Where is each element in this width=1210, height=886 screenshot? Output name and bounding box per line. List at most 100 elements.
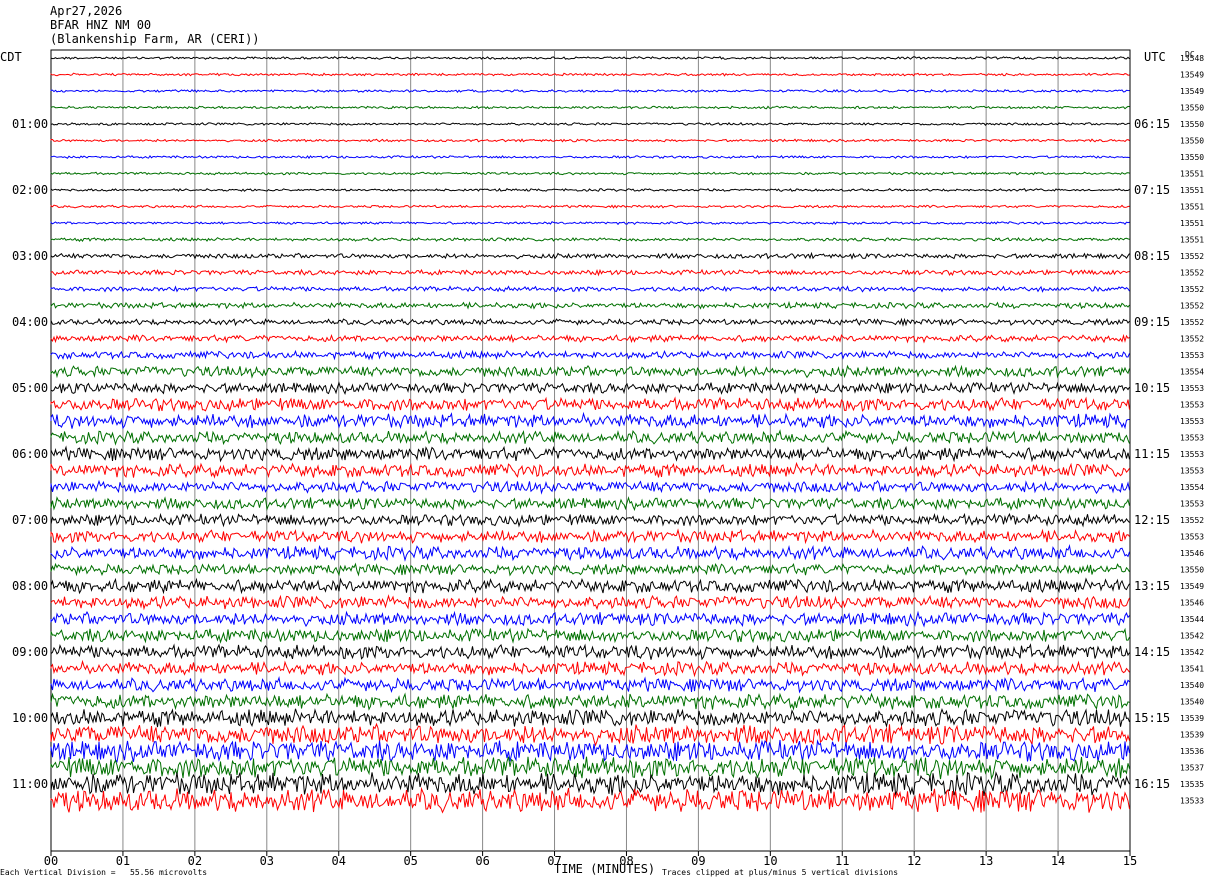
cdt-hour-label: 07:00 <box>12 513 48 527</box>
dc-offset-label: 13536 <box>1180 747 1204 756</box>
x-tick-label: 11 <box>835 854 849 868</box>
trace-line <box>50 122 1130 126</box>
trace-line <box>50 221 1130 226</box>
dc-offset-label: 13548 <box>1180 54 1204 63</box>
utc-hour-label: 07:15 <box>1134 183 1170 197</box>
cdt-hour-label: 08:00 <box>12 579 48 593</box>
dc-offset-label: 13553 <box>1180 500 1204 509</box>
trace-line <box>50 786 1130 814</box>
trace-line <box>50 154 1130 160</box>
trace-line <box>50 479 1130 495</box>
utc-hour-label: 15:15 <box>1134 711 1170 725</box>
dc-offset-label: 13541 <box>1180 665 1204 674</box>
scale-note: Each Vertical Division = 55.56 microvolt… <box>0 868 208 877</box>
trace-line <box>50 429 1130 446</box>
x-tick-label: 03 <box>260 854 274 868</box>
trace-line <box>50 105 1130 110</box>
dc-offset-label: 13535 <box>1180 780 1204 789</box>
trace-line <box>50 692 1130 711</box>
trace-line <box>50 333 1130 344</box>
utc-hour-label: 13:15 <box>1134 579 1170 593</box>
trace-line <box>50 411 1130 430</box>
dc-offset-label: 13551 <box>1180 219 1204 228</box>
trace-line <box>50 722 1130 747</box>
x-tick-label: 00 <box>44 854 58 868</box>
trace-line <box>50 317 1130 327</box>
trace-line <box>50 251 1130 260</box>
dc-offset-label: 13546 <box>1180 599 1204 608</box>
trace-line <box>50 708 1130 728</box>
dc-offset-label: 13552 <box>1180 252 1204 261</box>
trace-line <box>50 204 1130 209</box>
dc-offset-label: 13551 <box>1180 170 1204 179</box>
trace-line <box>50 739 1130 763</box>
dc-offset-label: 13553 <box>1180 533 1204 542</box>
cdt-hour-label: 10:00 <box>12 711 48 725</box>
dc-offset-label: 13544 <box>1180 615 1204 624</box>
dc-offset-label: 13533 <box>1180 797 1204 806</box>
dc-offset-label: 13553 <box>1180 384 1204 393</box>
trace-line <box>50 285 1130 293</box>
trace-line <box>50 610 1130 628</box>
cdt-hour-label: 09:00 <box>12 645 48 659</box>
utc-hour-label: 08:15 <box>1134 249 1170 263</box>
x-tick-label: 10 <box>763 854 777 868</box>
dc-offset-label: 13549 <box>1180 71 1204 80</box>
trace-line <box>50 676 1130 694</box>
dc-offset-label: 13550 <box>1180 120 1204 129</box>
dc-offset-label: 13542 <box>1180 632 1204 641</box>
dc-offset-label: 13552 <box>1180 269 1204 278</box>
dc-offset-label: 13549 <box>1180 87 1204 96</box>
dc-offset-label: 13553 <box>1180 417 1204 426</box>
utc-hour-label: 14:15 <box>1134 645 1170 659</box>
x-tick-label: 14 <box>1051 854 1065 868</box>
dc-offset-label: 13554 <box>1180 483 1204 492</box>
utc-hour-label: 11:15 <box>1134 447 1170 461</box>
x-tick-label: 09 <box>691 854 705 868</box>
trace-line <box>50 171 1130 176</box>
x-tick-label: 05 <box>403 854 417 868</box>
trace-line <box>50 56 1130 60</box>
dc-offset-label: 13553 <box>1180 467 1204 476</box>
utc-hour-label: 10:15 <box>1134 381 1170 395</box>
trace-line <box>50 528 1130 545</box>
x-tick-label: 02 <box>188 854 202 868</box>
dc-offset-label: 13553 <box>1180 351 1204 360</box>
utc-hour-label: 12:15 <box>1134 513 1170 527</box>
helicorder-chart: 00 01 02 03 04 05 06 07 08 09 10 11 12 13 14 1513548135… <box>12 49 1204 868</box>
cdt-hour-label: 11:00 <box>12 777 48 791</box>
dc-offset-label: 13552 <box>1180 335 1204 344</box>
trace-line <box>50 396 1130 413</box>
dc-offset-label: 13549 <box>1180 582 1204 591</box>
dc-offset-label: 13537 <box>1180 764 1204 773</box>
dc-offset-label: 13539 <box>1180 714 1204 723</box>
dc-offset-label: 13554 <box>1180 368 1204 377</box>
trace-line <box>50 771 1130 796</box>
trace-line <box>50 381 1130 395</box>
trace-line <box>50 544 1130 562</box>
dc-offset-label: 13539 <box>1180 731 1204 740</box>
x-tick-label: 06 <box>475 854 489 868</box>
trace-line <box>50 300 1130 310</box>
utc-hour-label: 06:15 <box>1134 117 1170 131</box>
trace-line <box>50 577 1130 595</box>
trace-line <box>50 445 1130 463</box>
dc-offset-label: 13553 <box>1180 450 1204 459</box>
x-tick-label: 12 <box>907 854 921 868</box>
dc-offset-label: 13553 <box>1180 401 1204 410</box>
dc-offset-label: 13550 <box>1180 104 1204 113</box>
dc-offset-label: 13546 <box>1180 549 1204 558</box>
trace-line <box>50 138 1130 143</box>
trace-line <box>50 594 1130 611</box>
trace-line <box>50 461 1130 479</box>
dc-offset-label: 13540 <box>1180 681 1204 690</box>
x-tick-label: 13 <box>979 854 993 868</box>
trace-line <box>50 643 1130 661</box>
cdt-hour-label: 05:00 <box>12 381 48 395</box>
dc-offset-label: 13551 <box>1180 236 1204 245</box>
cdt-hour-label: 02:00 <box>12 183 48 197</box>
dc-offset-label: 13540 <box>1180 698 1204 707</box>
trace-line <box>50 268 1130 277</box>
trace-line <box>50 72 1130 77</box>
x-tick-label: 04 <box>332 854 346 868</box>
